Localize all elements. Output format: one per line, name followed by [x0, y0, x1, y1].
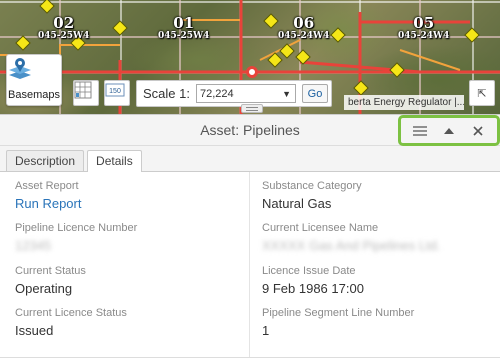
scale-ruler-button[interactable]: 150 — [104, 80, 130, 106]
field-value: 9 Feb 1986 17:00 — [262, 281, 364, 296]
township-label-01: 01 045-25W4 — [158, 16, 209, 41]
details-panel: Asset Report Run Report Pipeline Licence… — [0, 172, 500, 358]
scale-control: Scale 1: 72,224 ▼ Go — [136, 80, 332, 107]
scale-select[interactable]: 72,224 ▼ — [195, 84, 296, 103]
field-value: Operating — [15, 281, 73, 296]
township-code: 045-24W4 — [278, 31, 330, 41]
tab-description[interactable]: Description — [6, 150, 85, 171]
field-label: Substance Category — [262, 180, 362, 192]
field-value: Natural Gas — [262, 196, 332, 211]
scale-label: Scale 1: — [143, 86, 190, 101]
scale-go-button[interactable]: Go — [301, 84, 328, 103]
township-code: 045-24W4 — [398, 31, 450, 41]
map-view[interactable]: 02 045-25W4 01 045-25W4 06 045-24W4 05 0… — [0, 0, 500, 114]
field-current-licensee-name: Current Licensee Name XXXXX Gas And Pipe… — [262, 222, 492, 254]
scale-ruler-icon: 150 — [105, 83, 125, 97]
township-number: 05 — [413, 14, 435, 32]
run-report-link[interactable]: Run Report — [15, 195, 245, 212]
arrow-collapse-icon: ⇱ — [477, 87, 487, 100]
field-label: Current Licensee Name — [262, 222, 379, 234]
panel-controls — [398, 115, 500, 146]
collapse-up-icon — [443, 128, 454, 134]
panel-tabs: Description Details — [0, 146, 500, 172]
chevron-down-icon: ▼ — [282, 88, 291, 99]
collapse-panel-button[interactable] — [439, 121, 459, 141]
close-icon — [473, 125, 483, 136]
township-code: 045-25W4 — [38, 31, 90, 41]
grid-tool-button[interactable] — [73, 80, 99, 106]
basemaps-label: Basemaps — [8, 89, 60, 101]
panel-header: Asset: Pipelines — [0, 114, 500, 146]
field-value: XXXXX Gas And Pipelines Ltd. — [262, 238, 441, 253]
field-value: 12345 — [15, 238, 52, 253]
field-pipeline-segment-line-number: Pipeline Segment Line Number 1 — [262, 307, 492, 339]
field-label: Asset Report — [15, 180, 79, 192]
svg-text:150: 150 — [109, 88, 121, 95]
scale-value: 72,224 — [199, 87, 234, 100]
grid-icon — [74, 81, 92, 99]
field-value: Issued — [15, 323, 54, 338]
township-label-06: 06 045-24W4 — [278, 16, 329, 41]
basemaps-icon — [9, 58, 31, 79]
close-panel-button[interactable] — [468, 121, 488, 141]
field-label: Pipeline Segment Line Number — [262, 307, 415, 319]
township-label-05: 05 045-24W4 — [398, 16, 449, 41]
panel-resize-handle[interactable] — [241, 104, 263, 113]
field-label: Current Licence Status — [15, 307, 127, 319]
township-label-02: 02 045-25W4 — [38, 16, 89, 41]
township-number: 02 — [53, 14, 75, 32]
menu-icon — [412, 125, 427, 136]
field-licence-issue-date: Licence Issue Date 9 Feb 1986 17:00 — [262, 265, 492, 297]
field-value: 1 — [262, 323, 270, 338]
field-current-status: Current Status Operating — [15, 265, 245, 297]
menu-button[interactable] — [410, 121, 430, 141]
field-pipeline-licence-number: Pipeline Licence Number 12345 — [15, 222, 245, 254]
basemaps-button[interactable]: Basemaps — [6, 54, 62, 106]
township-number: 06 — [293, 14, 315, 32]
tab-details[interactable]: Details — [87, 150, 142, 172]
field-substance-category: Substance Category Natural Gas — [262, 180, 492, 212]
column-divider — [249, 172, 250, 358]
field-asset-report: Asset Report Run Report — [15, 180, 245, 212]
township-number: 01 — [173, 14, 195, 32]
field-current-licence-status: Current Licence Status Issued — [15, 307, 245, 339]
field-label: Pipeline Licence Number — [15, 222, 138, 234]
location-marker-icon[interactable] — [246, 66, 258, 78]
field-label: Licence Issue Date — [262, 265, 356, 277]
collapse-map-button[interactable]: ⇱ — [469, 80, 495, 106]
township-code: 045-25W4 — [158, 31, 210, 41]
map-attribution: berta Energy Regulator |... — [344, 95, 464, 110]
field-label: Current Status — [15, 265, 86, 277]
